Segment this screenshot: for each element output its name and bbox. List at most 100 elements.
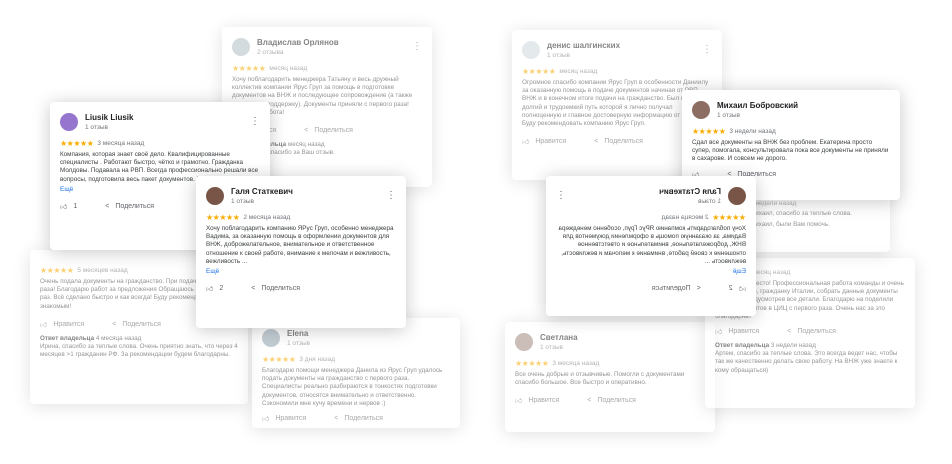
rating-stars: ★★★★★ xyxy=(40,266,74,275)
share-button[interactable]: < Поделиться xyxy=(304,127,353,134)
review-text: Сдал все документы на ВНЖ без проблем. Е… xyxy=(692,139,889,163)
more-link[interactable]: Ещё xyxy=(206,268,396,275)
thumb-up-icon: 👍︎ xyxy=(60,203,68,211)
review-date: месяц назад xyxy=(752,269,791,276)
like-button[interactable]: 👍︎ 1 xyxy=(60,202,77,211)
review-date: 2 месяца назад xyxy=(661,214,709,221)
more-vert-icon[interactable]: ⋮ xyxy=(412,42,422,52)
reviewer-reviews-count: 1 отзыв xyxy=(231,197,254,205)
reviewer-reviews-count: 1 отзыв xyxy=(547,51,570,59)
more-vert-icon[interactable]: ⋮ xyxy=(702,45,712,55)
rating-stars: ★★★★★ xyxy=(232,64,266,73)
review-text: Хочу поблагодарить компанию ЯРус Груп, о… xyxy=(558,225,746,265)
share-button[interactable]: < Поделиться xyxy=(787,328,836,335)
like-count: 2 xyxy=(728,285,733,293)
reviewer-name: Михаил Бобровский xyxy=(717,100,799,110)
review-card-svetlana: Светлана 1 отзыв ★★★★★ 3 месяца назад Вс… xyxy=(505,322,715,432)
share-icon: < xyxy=(304,127,309,135)
thumb-up-icon: 👍︎ xyxy=(206,286,214,294)
reviewer-reviews-count: 1 отзыв xyxy=(287,339,310,347)
reviewer-name: Liusik Liusik xyxy=(85,112,134,122)
share-button[interactable]: < Поделиться xyxy=(594,138,643,145)
reviewer-name: денис шалгинских xyxy=(547,40,621,50)
owner-reply: Ответ владельца 3 недели назад Артем, спа… xyxy=(715,342,898,374)
avatar xyxy=(206,187,224,205)
reviewer-reviews-count: 1 отзыв xyxy=(717,111,740,119)
rating-stars: ★★★★★ xyxy=(522,67,556,76)
review-text: Хочу поблагодарить компанию ЯРус Груп, о… xyxy=(206,225,394,265)
reviewer-name: Галя Статкевич xyxy=(231,186,293,196)
review-date: 3 месяца назад xyxy=(97,140,145,147)
avatar xyxy=(692,101,710,119)
review-date: 5 месяцев назад xyxy=(77,267,128,274)
share-icon: < xyxy=(105,202,110,210)
reviewer-name: Галя Статкевич xyxy=(659,186,721,196)
review-card-elena: Elena 1 отзыв ★★★★★ 3 дня назад Благодар… xyxy=(252,318,460,428)
more-vert-icon[interactable]: ⋮ xyxy=(556,190,566,201)
reply-text: Михаил, были Вам помочь. xyxy=(750,221,830,229)
share-button[interactable]: < Поделиться xyxy=(112,321,161,328)
like-count: 1 xyxy=(73,202,78,210)
reviewer-name: Elena xyxy=(287,328,309,338)
owner-reply: Ответ владельца 4 месяца назад Ирина, спа… xyxy=(40,334,238,359)
like-button[interactable]: 👍︎Нравится xyxy=(40,320,84,329)
reviewer-name: Владислав Орлянов xyxy=(257,37,339,47)
rating-stars: ★★★★★ xyxy=(206,213,240,222)
like-button[interactable]: 👍︎Нравится xyxy=(262,414,306,423)
like-button[interactable]: 👍︎Нравится xyxy=(522,137,566,146)
share-icon: < xyxy=(112,320,117,328)
avatar xyxy=(728,187,746,205)
avatar xyxy=(232,38,250,56)
like-button[interactable]: 👍︎ 2 xyxy=(729,284,746,293)
rating-stars: ★★★★★ xyxy=(60,139,94,148)
share-icon: < xyxy=(251,285,256,293)
share-button[interactable]: < Поделиться xyxy=(105,203,154,210)
share-icon: < xyxy=(587,397,592,405)
like-button[interactable]: 👍︎Нравится xyxy=(515,396,559,405)
thumb-up-icon: 👍︎ xyxy=(522,139,530,147)
review-card-galia: Галя Статкевич 1 отзыв ⋮ ★★★★★ 2 месяца … xyxy=(196,176,406,328)
share-icon: < xyxy=(594,138,599,146)
rating-stars: ★★★★★ xyxy=(262,355,296,364)
review-date: месяц назад xyxy=(559,68,598,75)
more-vert-icon[interactable]: ⋮ xyxy=(250,117,260,127)
avatar xyxy=(60,113,78,131)
like-button[interactable]: 👍︎ 2 xyxy=(206,284,223,293)
avatar xyxy=(515,333,533,351)
reviewer-reviews-count: 1 отзыв xyxy=(698,197,721,205)
more-link[interactable]: Ещё xyxy=(556,268,746,275)
share-button[interactable]: < Поделиться xyxy=(652,285,701,292)
reviewer-name: Светлана xyxy=(540,332,578,342)
thumb-up-icon: 👍︎ xyxy=(738,286,746,294)
reviewer-reviews-count: 1 отзыв xyxy=(540,343,563,351)
thumb-up-icon: 👍︎ xyxy=(715,329,723,337)
share-button[interactable]: < Поделиться xyxy=(251,285,300,292)
rating-stars: ★★★★★ xyxy=(712,213,746,222)
review-text: Все очень добрые и отзывчивые. Помогли с… xyxy=(515,371,685,387)
share-button[interactable]: < Поделиться xyxy=(334,415,383,422)
review-date: 3 месяца назад xyxy=(552,360,600,367)
share-icon: < xyxy=(787,328,792,336)
thumb-up-icon: 👍︎ xyxy=(262,416,270,424)
review-date: 3 дня назад xyxy=(299,356,336,363)
review-date: 3 недели назад xyxy=(750,200,797,207)
review-card-galia-mirrored: Галя Статкевич 1 отзыв ⋮ ★★★★★ 2 месяца … xyxy=(546,176,756,316)
avatar xyxy=(262,329,280,347)
share-icon: < xyxy=(334,415,339,423)
review-date: 2 месяца назад xyxy=(243,214,291,221)
review-text: Благодарю помощи менеджера Данила из Яру… xyxy=(262,367,443,407)
reviewer-reviews-count: 2 отзыва xyxy=(257,48,284,56)
like-count: 2 xyxy=(219,285,224,293)
reply-text: Михаил, спасибо за теплые слова. xyxy=(750,210,852,217)
rating-stars: ★★★★★ xyxy=(515,359,549,368)
review-date: месяц назад xyxy=(269,65,308,72)
more-vert-icon[interactable]: ⋮ xyxy=(386,191,396,201)
thumb-up-icon: 👍︎ xyxy=(40,321,48,329)
rating-stars: ★★★★★ xyxy=(692,127,726,136)
share-icon: < xyxy=(696,285,701,293)
thumb-up-icon: 👍︎ xyxy=(515,398,523,406)
review-date: 3 недели назад xyxy=(729,128,776,135)
reviewer-reviews-count: 1 отзыв xyxy=(85,123,108,131)
like-button[interactable]: 👍︎Нравится xyxy=(715,327,759,336)
share-button[interactable]: < Поделиться xyxy=(587,397,636,404)
